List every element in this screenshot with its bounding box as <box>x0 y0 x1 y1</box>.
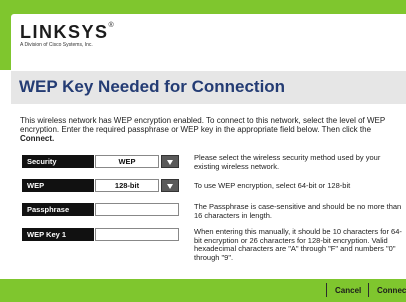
intro-body: This wireless network has WEP encryption… <box>20 116 386 134</box>
wep-key1-input[interactable] <box>95 228 179 241</box>
cancel-button[interactable]: Cancel <box>335 286 361 295</box>
wep-bit-select-arrow[interactable] <box>161 179 179 192</box>
page-title: WEP Key Needed for Connection <box>19 77 286 96</box>
security-select[interactable]: WEP <box>95 155 159 168</box>
wep-bit-select[interactable]: 128-bit <box>95 179 159 192</box>
passphrase-input[interactable] <box>95 203 179 216</box>
security-label: Security <box>22 155 94 168</box>
wep-description: To use WEP encryption, select 64-bit or … <box>194 181 351 190</box>
wep-label: WEP <box>22 179 94 192</box>
chevron-down-icon <box>167 184 173 189</box>
brand-logo: LINKSYS® A Division of Cisco Systems, In… <box>20 22 115 48</box>
passphrase-description: The Passphrase is case-sensitive and sho… <box>194 202 402 220</box>
security-description: Please select the wireless security meth… <box>194 153 381 171</box>
logo-text: LINKSYS <box>20 22 109 42</box>
connect-button[interactable]: Connect <box>377 286 406 295</box>
passphrase-label: Passphrase <box>22 203 94 216</box>
intro-connect-word: Connect. <box>20 134 55 143</box>
button-divider <box>368 283 369 297</box>
wep-key1-label: WEP Key 1 <box>22 228 94 241</box>
chevron-down-icon <box>167 160 173 165</box>
intro-text: This wireless network has WEP encryption… <box>20 116 400 143</box>
logo-registered-mark: ® <box>108 22 116 29</box>
button-divider <box>326 283 327 297</box>
wep-key1-description: When entering this manually, it should b… <box>194 227 402 262</box>
security-select-arrow[interactable] <box>161 155 179 168</box>
